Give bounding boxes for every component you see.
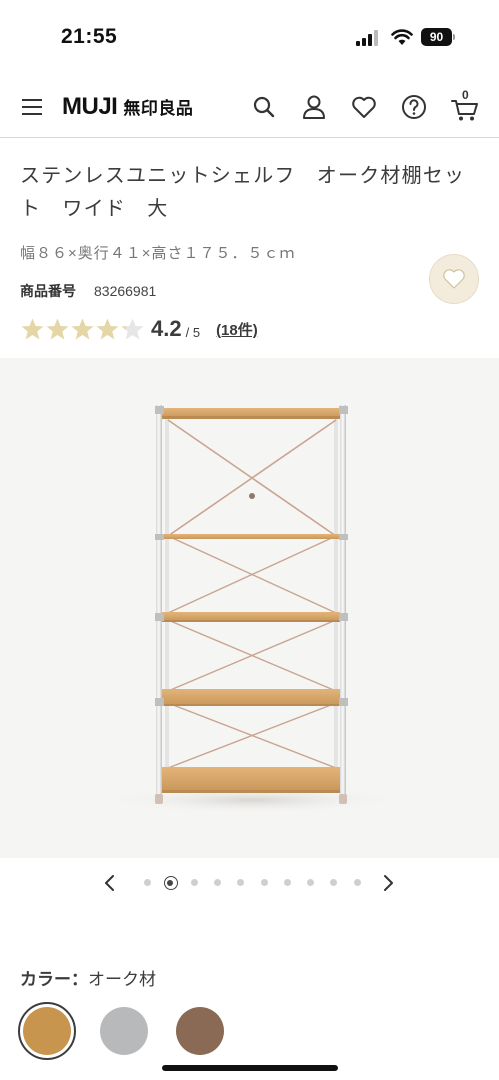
color-selected-value: オーク材 <box>88 970 156 989</box>
star-icon <box>121 318 144 339</box>
rating-max: / 5 <box>185 325 201 340</box>
chevron-right-icon[interactable] <box>378 871 398 895</box>
rating-value: 4.2 <box>151 316 182 341</box>
image-carousel-controls <box>0 868 499 898</box>
carousel-dot[interactable] <box>307 879 315 886</box>
site-header: MUJI 無印良品 0 <box>0 76 499 138</box>
cart-button[interactable]: 0 <box>450 88 482 122</box>
favorites-icon[interactable] <box>350 93 378 121</box>
color-label-prefix: カラー： <box>20 970 88 989</box>
star-icon <box>21 318 44 339</box>
search-icon[interactable] <box>250 93 278 121</box>
cellular-signal-icon <box>356 30 378 46</box>
muji-logo[interactable]: MUJI 無印良品 <box>62 93 193 123</box>
product-dimensions: 幅８６×奥行４１×高さ１７５．５ｃｍ <box>20 245 296 262</box>
star-icon <box>46 318 69 339</box>
cart-icon <box>451 100 478 121</box>
add-to-favorites-button[interactable] <box>429 254 479 304</box>
product-number: 商品番号 83266981 <box>20 281 156 301</box>
carousel-dot-active[interactable] <box>163 876 178 890</box>
chevron-left-icon[interactable] <box>100 871 120 895</box>
swatch-walnut[interactable] <box>176 1007 224 1055</box>
product-title: ステンレスユニットシェルフ オーク材棚セット ワイド 大 <box>20 165 466 220</box>
menu-icon[interactable] <box>22 98 42 116</box>
shelf-illustration <box>102 405 402 814</box>
swatch-gray[interactable] <box>100 1007 148 1055</box>
star-icon <box>71 318 94 339</box>
status-bar: 21:55 90 <box>0 0 499 76</box>
carousel-dot[interactable] <box>190 879 198 886</box>
heart-icon <box>443 269 465 289</box>
review-count-link[interactable]: (18件) <box>216 319 258 340</box>
carousel-dot[interactable] <box>237 879 245 886</box>
battery-level: 90 <box>421 28 452 46</box>
star-icon <box>96 318 119 339</box>
status-time: 21:55 <box>61 25 118 48</box>
wifi-icon <box>391 29 413 45</box>
product-number-label: 商品番号 <box>20 283 76 299</box>
carousel-dot[interactable] <box>283 879 291 886</box>
battery-icon: 90 <box>421 28 455 46</box>
rating-stars <box>20 317 145 342</box>
logo-text-jp: 無印良品 <box>123 99 194 118</box>
product-number-value: 83266981 <box>94 283 157 299</box>
swatch-oak[interactable] <box>23 1007 71 1055</box>
product-rating[interactable]: 4.2 / 5 (18件) <box>20 314 258 344</box>
product-image[interactable] <box>0 358 499 858</box>
carousel-dot[interactable] <box>213 879 221 886</box>
logo-text-en: MUJI <box>62 93 118 120</box>
account-icon[interactable] <box>300 93 328 121</box>
color-label: カラー：オーク材 <box>20 965 156 990</box>
help-icon[interactable] <box>400 93 428 121</box>
carousel-dot[interactable] <box>353 879 361 886</box>
carousel-dot[interactable] <box>260 879 268 886</box>
carousel-dot[interactable] <box>144 879 151 886</box>
home-indicator <box>162 1065 338 1071</box>
carousel-dot[interactable] <box>330 879 338 886</box>
